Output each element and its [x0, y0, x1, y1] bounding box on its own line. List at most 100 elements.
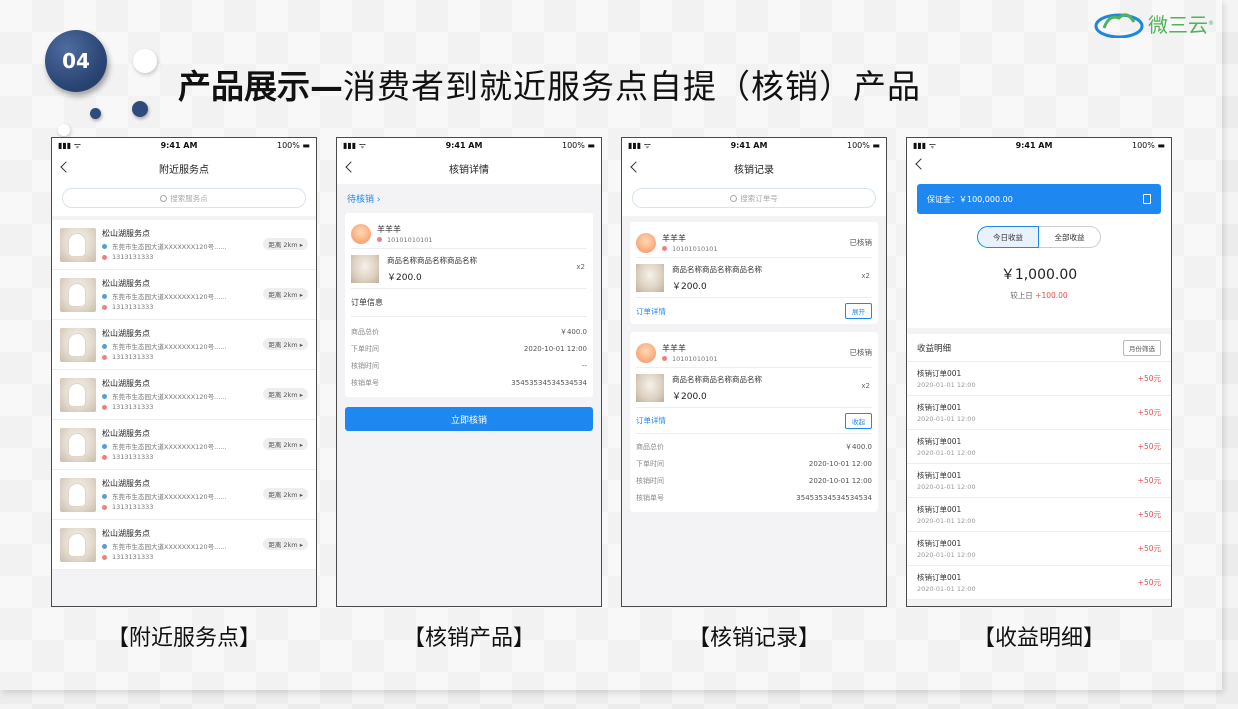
- income-tabs: 今日收益 全部收益: [907, 226, 1171, 248]
- income-row[interactable]: 核销订单001 2020-01-01 12:00 +50元: [907, 430, 1171, 464]
- income-list: 收益明细 月份筛选 核销订单001 2020-01-01 12:00 +50元 核销订…: [907, 334, 1171, 600]
- phone-icon: [102, 354, 107, 360]
- brand-logo: 微三云 ®: [1094, 8, 1214, 38]
- document-icon[interactable]: [1143, 194, 1151, 204]
- order-detail-row: 订单详情 收起: [636, 408, 872, 434]
- back-icon[interactable]: [60, 161, 72, 173]
- phone-income-detail: ▮▮▮ ᯤ 9:41 AM 100% ▬ 保证金：￥100,000.00 今日收…: [906, 137, 1172, 607]
- decor-dot: [58, 124, 70, 136]
- list-item[interactable]: 松山湖服务点 东莞市生态园大道XXXXXXX120号...... 131313133…: [52, 220, 316, 270]
- logo-text: 微三云: [1148, 12, 1208, 37]
- income-row[interactable]: 核销订单001 2020-01-01 12:00 +50元: [907, 532, 1171, 566]
- search-icon: [160, 194, 168, 202]
- nav-bar: 核销记录: [622, 152, 886, 184]
- income-date: 2020-01-01 12:00: [917, 585, 976, 593]
- registered-mark: ®: [1208, 19, 1214, 27]
- page-title: 产品展示—消费者到就近服务点自提（核销）产品: [178, 67, 921, 106]
- store-image: [60, 327, 96, 362]
- income-amount-value: +50元: [1137, 374, 1161, 383]
- income-list-header: 收益明细 月份筛选: [907, 334, 1171, 362]
- back-icon[interactable]: [630, 161, 642, 173]
- search-input[interactable]: 搜索订单号: [632, 188, 876, 208]
- status-badge: 已核销: [849, 238, 873, 247]
- order-detail-link[interactable]: 订单详情: [636, 415, 666, 426]
- store-phone: 1313131333: [112, 253, 154, 261]
- distance-button[interactable]: 距离 2km ▸: [263, 438, 308, 450]
- expand-button[interactable]: 展开: [845, 303, 872, 319]
- order-fields: 商品总价 ￥400.0 下单时间 2020-10-01 12:00 核销时间 -- 核销单号…: [351, 317, 587, 391]
- decor-dot: [90, 108, 101, 119]
- income-row[interactable]: 核销订单001 2020-01-01 12:00 +50元: [907, 498, 1171, 532]
- income-row[interactable]: 核销订单001 2020-01-01 12:00 +50元: [907, 464, 1171, 498]
- avatar: [351, 223, 371, 244]
- income-date: 2020-01-01 12:00: [917, 381, 976, 389]
- status-bar: ▮▮▮ ᯤ 9:41 AM 100% ▬: [907, 138, 1171, 152]
- search-bar: 搜索订单号: [622, 184, 886, 216]
- product-row: 商品名称商品名称商品名称 ￥200.0 x2: [636, 258, 872, 298]
- location-icon: [102, 443, 107, 449]
- slide: 04 产品展示—消费者到就近服务点自提（核销）产品 微三云 ® ▮▮▮ ᯤ 9:…: [0, 0, 1222, 690]
- list-item[interactable]: 松山湖服务点 东莞市生态园大道XXXXXXX120号...... 131313133…: [52, 520, 316, 570]
- income-date: 2020-01-01 12:00: [917, 551, 976, 559]
- month-filter-button[interactable]: 月份筛选: [1123, 339, 1161, 356]
- search-input[interactable]: 搜索服务点: [62, 188, 306, 208]
- order-detail-link[interactable]: 订单详情: [636, 306, 666, 317]
- location-icon: [102, 543, 107, 549]
- income-amount-value: +50元: [1137, 578, 1161, 587]
- income-title: 核销订单001: [917, 437, 962, 446]
- status-bar: ▮▮▮ ᯤ 9:41 AM 100% ▬: [337, 138, 601, 152]
- list-item[interactable]: 松山湖服务点 东莞市生态园大道XXXXXXX120号...... 131313133…: [52, 270, 316, 320]
- search-icon: [730, 194, 738, 202]
- product-image: [351, 254, 379, 283]
- cloud-logo-icon: [1094, 13, 1144, 38]
- signal-icon: ▮▮▮ ᯤ: [343, 140, 367, 150]
- store-phone: 1313131333: [112, 303, 154, 311]
- location-icon: [102, 343, 107, 349]
- income-row[interactable]: 核销订单001 2020-01-01 12:00 +50元: [907, 566, 1171, 600]
- income-row[interactable]: 核销订单001 2020-01-01 12:00 +50元: [907, 362, 1171, 396]
- location-icon: [102, 293, 107, 299]
- store-address: 东莞市生态园大道XXXXXXX120号......: [112, 343, 227, 351]
- distance-button[interactable]: 距离 2km ▸: [263, 288, 308, 300]
- nav-title: 附近服务点: [159, 164, 209, 176]
- store-image: [60, 227, 96, 262]
- distance-button[interactable]: 距离 2km ▸: [263, 488, 308, 500]
- store-address: 东莞市生态园大道XXXXXXX120号......: [112, 243, 227, 251]
- tab-today-income[interactable]: 今日收益: [977, 226, 1039, 248]
- store-phone: 1313131333: [112, 453, 154, 461]
- caption-verify-records: 【核销记录】: [687, 626, 820, 651]
- decor-dot: [133, 49, 157, 73]
- list-item[interactable]: 松山湖服务点 东莞市生态园大道XXXXXXX120号...... 131313133…: [52, 320, 316, 370]
- order-field: 核销时间 2020-10-01 12:00: [636, 476, 872, 485]
- order-field: 商品总价 ￥400.0: [636, 442, 872, 451]
- caption-verify-product: 【核销产品】: [402, 626, 535, 651]
- caption-nearby-service: 【附近服务点】: [106, 626, 261, 651]
- store-address: 东莞市生态园大道XXXXXXX120号......: [112, 443, 227, 451]
- phone-icon: [377, 237, 382, 242]
- distance-button[interactable]: 距离 2km ▸: [263, 238, 308, 250]
- list-item[interactable]: 松山湖服务点 东莞市生态园大道XXXXXXX120号...... 131313133…: [52, 370, 316, 420]
- distance-button[interactable]: 距离 2km ▸: [263, 538, 308, 550]
- collapse-button[interactable]: 收起: [845, 412, 872, 429]
- status-bar: ▮▮▮ ᯤ 9:41 AM 100% ▬: [52, 138, 316, 152]
- income-summary: ▮▮▮ ᯤ 9:41 AM 100% ▬ 保证金：￥100,000.00 今日收…: [907, 138, 1171, 328]
- back-icon[interactable]: [345, 161, 357, 173]
- caption-income-detail: 【收益明细】: [972, 626, 1105, 651]
- list-item[interactable]: 松山湖服务点 东莞市生态园大道XXXXXXX120号...... 131313133…: [52, 420, 316, 470]
- list-item[interactable]: 松山湖服务点 东莞市生态园大道XXXXXXX120号...... 131313133…: [52, 470, 316, 520]
- distance-button[interactable]: 距离 2km ▸: [263, 388, 308, 400]
- signal-icon: ▮▮▮ ᯤ: [628, 140, 652, 150]
- store-list: 松山湖服务点 东莞市生态园大道XXXXXXX120号...... 131313133…: [52, 220, 316, 570]
- location-icon: [102, 493, 107, 499]
- back-icon[interactable]: [915, 158, 927, 170]
- distance-button[interactable]: 距离 2km ▸: [263, 338, 308, 350]
- record-card: 羊羊羊 10101010101 已核销 商品名称商品名称商品名称 ￥200.0 …: [630, 222, 878, 324]
- battery-icon: 100% ▬: [847, 140, 880, 150]
- verify-now-button[interactable]: 立即核销: [345, 407, 593, 431]
- phone-icon: [102, 254, 107, 260]
- income-row[interactable]: 核销订单001 2020-01-01 12:00 +50元: [907, 396, 1171, 430]
- tab-all-income[interactable]: 全部收益: [1039, 226, 1101, 248]
- income-title: 核销订单001: [917, 471, 962, 480]
- battery-icon: 100% ▬: [562, 140, 595, 150]
- income-amount-value: +50元: [1137, 476, 1161, 485]
